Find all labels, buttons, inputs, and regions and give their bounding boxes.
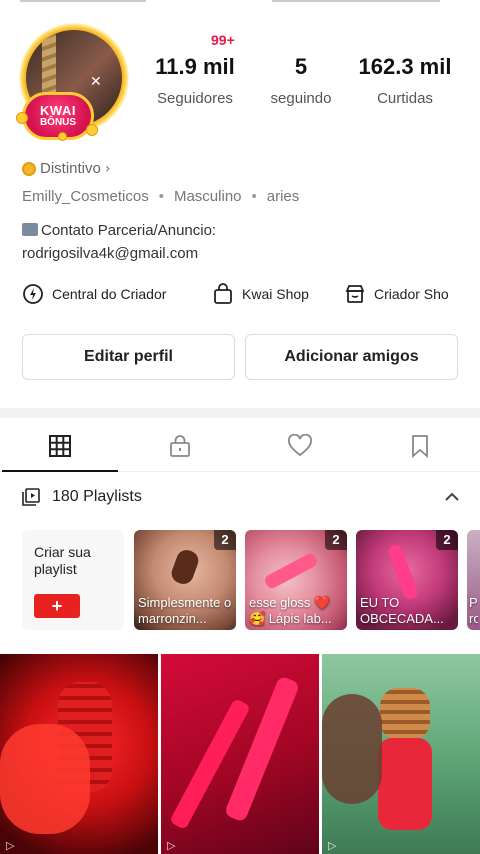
tab-liked[interactable] xyxy=(240,420,360,471)
creator-links: Central do Criador Kwai Shop Criador Sho xyxy=(22,283,480,305)
gender: Masculino xyxy=(173,188,242,205)
play-count-icon: ▷ xyxy=(6,840,15,852)
separator-dot: • xyxy=(251,188,257,205)
video-thumbnail[interactable]: ▷ xyxy=(161,654,319,854)
badge-label: Distintivo xyxy=(40,160,101,177)
coin-icon xyxy=(16,112,28,124)
add-friends-button[interactable]: Adicionar amigos xyxy=(245,334,458,380)
playlist-caption: P ro xyxy=(469,595,478,626)
playlist-caption: esse gloss ❤️ 🥰 Lápis lab... xyxy=(249,595,332,626)
badge-link[interactable]: Distintivo › xyxy=(22,160,110,177)
following-count: 5 xyxy=(294,54,308,79)
likes-stat[interactable]: 162.3 mil Curtidas xyxy=(350,54,460,107)
coin-icon xyxy=(58,132,67,141)
bio: Contato Parceria/Anuncio: rodrigosilva4k… xyxy=(22,219,216,265)
playlist-card[interactable]: 2 EU TO OBCECADA... xyxy=(356,530,458,630)
video-thumbnail[interactable]: ▷ xyxy=(0,654,158,854)
coin-icon xyxy=(86,124,98,136)
creator-shop-link[interactable]: Criador Sho xyxy=(344,283,480,305)
avatar[interactable]: ✕ KWAI BÔNUS xyxy=(12,16,136,141)
creator-shop-label: Criador Sho xyxy=(374,286,449,302)
create-playlist-label: Criar sua playlist xyxy=(34,544,91,577)
kwai-shop-label: Kwai Shop xyxy=(242,286,309,302)
username: Emilly_Cosmeticos xyxy=(22,188,149,205)
kwai-badge-title: KWAI xyxy=(40,103,76,118)
notification-badge: 99+ xyxy=(211,32,235,48)
chevron-right-icon: › xyxy=(104,160,111,177)
chevron-up-icon[interactable] xyxy=(444,492,460,502)
kwai-shop-link[interactable]: Kwai Shop xyxy=(212,283,344,305)
following-label: seguindo xyxy=(270,90,332,107)
followers-label: Seguidores xyxy=(157,90,233,107)
heart-icon xyxy=(288,433,312,456)
grid-icon xyxy=(49,434,71,457)
playlist-icon xyxy=(22,488,40,506)
playlists-count: 180 Playlists xyxy=(52,488,142,505)
envelope-icon xyxy=(22,223,38,236)
playlist-video-count: 2 xyxy=(325,530,347,550)
create-playlist-card[interactable]: Criar sua playlist + xyxy=(22,530,124,630)
playlist-video-count: 2 xyxy=(214,530,236,550)
bolt-icon xyxy=(23,284,43,304)
zodiac-sign: aries xyxy=(266,188,300,205)
section-divider xyxy=(0,408,480,418)
playlist-card-partial[interactable]: P ro xyxy=(467,530,480,630)
video-thumbnail[interactable]: ▷ xyxy=(322,654,480,854)
badge-icon xyxy=(22,161,36,176)
creator-center-link[interactable]: Central do Criador xyxy=(22,283,212,305)
playlists-header[interactable]: 180 Playlists xyxy=(22,488,460,506)
separator-dot: • xyxy=(158,188,164,205)
close-icon[interactable]: ✕ xyxy=(90,74,102,90)
lock-icon xyxy=(170,434,190,457)
following-stat[interactable]: 5 seguindo xyxy=(258,54,344,107)
shopping-bag-icon xyxy=(214,283,232,304)
kwai-badge-subtitle: BÔNUS xyxy=(39,117,77,128)
playlist-caption: Simplesmente o marronzin... xyxy=(138,595,232,626)
playlist-video-count: 2 xyxy=(436,530,458,550)
edit-profile-button[interactable]: Editar perfil xyxy=(22,334,235,380)
profile-meta: Emilly_Cosmeticos • Masculino • aries xyxy=(22,188,299,205)
bookmark-icon xyxy=(412,434,428,458)
tab-videos[interactable] xyxy=(0,420,120,472)
profile-tabs xyxy=(0,420,480,472)
playlist-card[interactable]: 2 Simplesmente o marronzin... xyxy=(134,530,236,630)
store-icon xyxy=(345,285,365,303)
playlist-card[interactable]: 2 esse gloss ❤️ 🥰 Lápis lab... xyxy=(245,530,347,630)
followers-stat[interactable]: 11.9 mil Seguidores xyxy=(148,54,242,107)
creator-center-label: Central do Criador xyxy=(52,286,167,302)
tab-saved[interactable] xyxy=(360,420,480,471)
create-playlist-button[interactable]: + xyxy=(34,594,80,618)
play-count-icon: ▷ xyxy=(328,840,337,852)
bio-line-2: rodrigosilva4k@gmail.com xyxy=(22,245,199,262)
tab-private[interactable] xyxy=(120,420,240,471)
bio-line-1: Contato Parceria/Anuncio: xyxy=(41,222,217,239)
likes-count: 162.3 mil xyxy=(358,54,452,79)
playlist-caption: EU TO OBCECADA... xyxy=(360,595,444,626)
likes-label: Curtidas xyxy=(377,90,433,107)
play-count-icon: ▷ xyxy=(167,840,176,852)
followers-count: 11.9 mil xyxy=(155,54,235,79)
status-bar-remnant xyxy=(0,0,480,10)
